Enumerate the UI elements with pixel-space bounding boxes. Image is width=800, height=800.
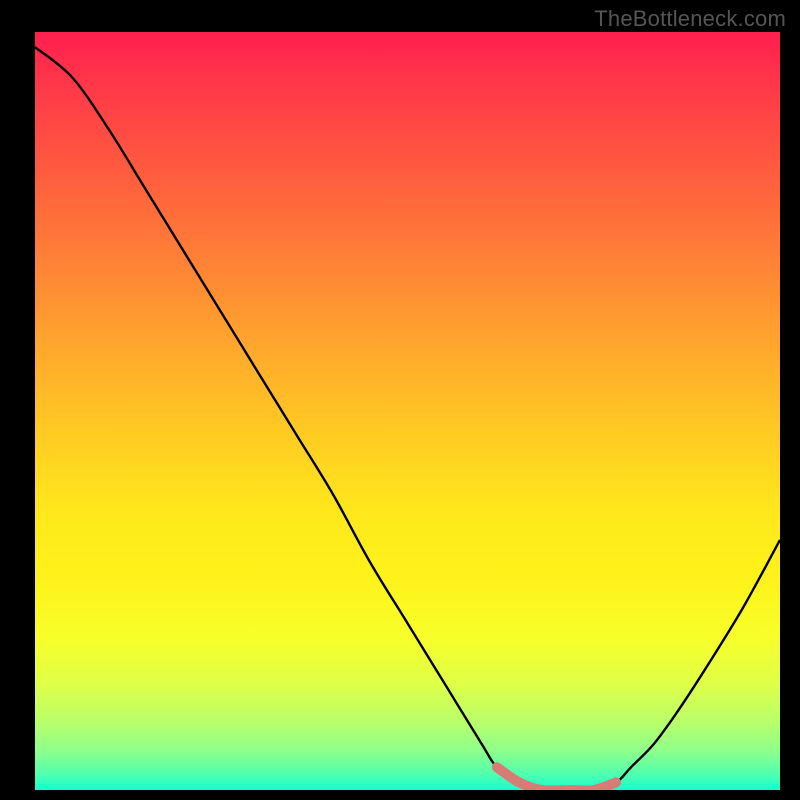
chart-frame: TheBottleneck.com: [0, 0, 800, 800]
bottleneck-curve-path: [35, 47, 780, 790]
site-watermark: TheBottleneck.com: [594, 6, 786, 32]
plot-area: [35, 32, 780, 790]
bottleneck-flat-zone-path: [497, 767, 616, 790]
bottleneck-curve-svg: [35, 32, 780, 790]
